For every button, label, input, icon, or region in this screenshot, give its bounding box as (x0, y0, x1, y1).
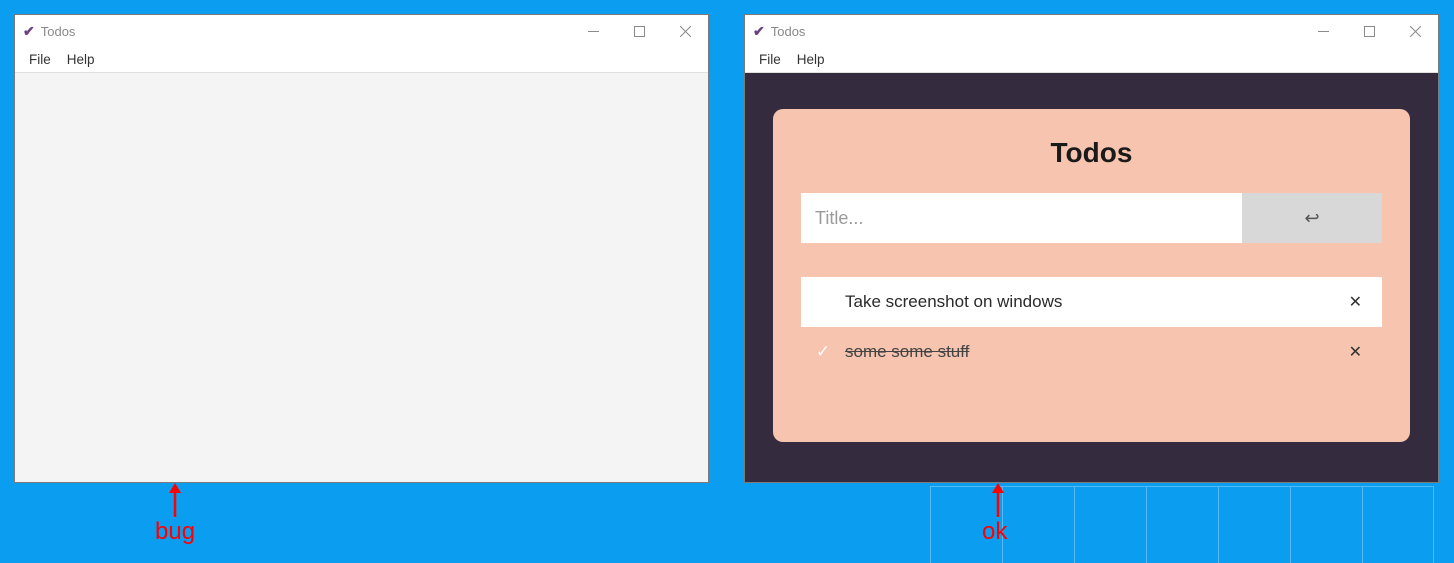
annotation-bug: bug (155, 518, 195, 546)
todo-list: Take screenshot on windows ✕ ✓ some some… (801, 277, 1382, 377)
app-icon: ✔ (753, 23, 765, 40)
client-area: Todos ↩ Take screenshot on windows ✕ ✓ s… (745, 73, 1438, 482)
card-heading: Todos (801, 137, 1382, 169)
menubar: File Help (745, 47, 1438, 73)
taskbar-region (930, 486, 1450, 563)
todo-item[interactable]: Take screenshot on windows ✕ (801, 277, 1382, 327)
delete-button[interactable]: ✕ (1343, 342, 1368, 362)
window-title: Todos (771, 24, 806, 39)
menubar: File Help (15, 47, 708, 73)
app-window-ok: ✔ Todos File Help Todos ↩ (744, 14, 1439, 483)
delete-button[interactable]: ✕ (1343, 292, 1368, 312)
window-title: Todos (41, 24, 76, 39)
check-icon[interactable]: ✓ (811, 342, 835, 362)
annotation-ok: ok (982, 518, 1007, 546)
menu-help[interactable]: Help (59, 52, 103, 67)
close-button[interactable] (1392, 15, 1438, 47)
arrow-icon (988, 483, 1008, 519)
title-input[interactable] (801, 193, 1242, 243)
app-icon: ✔ (23, 23, 35, 40)
add-todo-row: ↩ (801, 193, 1382, 243)
maximize-button[interactable] (1346, 15, 1392, 47)
arrow-icon (165, 483, 185, 519)
close-button[interactable] (662, 15, 708, 47)
add-button[interactable]: ↩ (1242, 193, 1382, 243)
todo-text: some some stuff (845, 342, 1343, 362)
minimize-button[interactable] (1300, 15, 1346, 47)
todos-card: Todos ↩ Take screenshot on windows ✕ ✓ s… (773, 109, 1410, 442)
titlebar[interactable]: ✔ Todos (15, 15, 708, 47)
todo-text: Take screenshot on windows (845, 292, 1343, 312)
menu-help[interactable]: Help (789, 52, 833, 67)
todo-item[interactable]: ✓ some some stuff ✕ (801, 327, 1382, 377)
menu-file[interactable]: File (751, 52, 789, 67)
minimize-button[interactable] (570, 15, 616, 47)
maximize-button[interactable] (616, 15, 662, 47)
menu-file[interactable]: File (21, 52, 59, 67)
client-area-blank (15, 73, 708, 482)
app-window-bug: ✔ Todos File Help (14, 14, 709, 483)
titlebar[interactable]: ✔ Todos (745, 15, 1438, 47)
enter-icon: ↩ (1304, 208, 1319, 229)
